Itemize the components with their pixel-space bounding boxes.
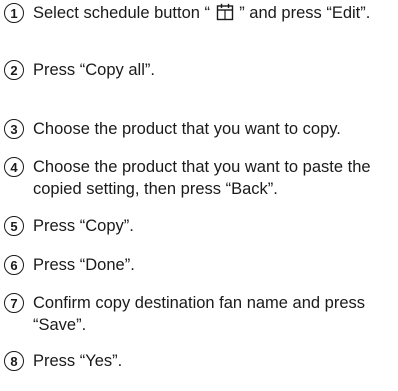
- step-4: 4 Choose the product that you want to pa…: [4, 156, 394, 200]
- step-text: Choose the product that you want to past…: [33, 158, 371, 198]
- step-8: 8 Press “Yes”.: [4, 350, 394, 372]
- step-2: 2 Press “Copy all”.: [4, 59, 394, 81]
- step-text: Choose the product that you want to copy…: [33, 120, 341, 138]
- step-number: 6: [4, 255, 24, 275]
- step-text: Select schedule button “ ” and press “Ed…: [33, 2, 388, 27]
- step-number: 2: [4, 60, 24, 80]
- step-number: 7: [4, 293, 24, 313]
- step-text: Press “Copy all”.: [33, 61, 155, 79]
- step-number: 5: [4, 216, 24, 236]
- step-number: 4: [4, 157, 24, 177]
- step-5: 5 Press “Copy”.: [4, 215, 394, 237]
- step-6: 6 Press “Done”.: [4, 254, 394, 276]
- step-7: 7 Confirm copy destination fan name and …: [4, 292, 394, 336]
- step-number: 1: [4, 3, 24, 23]
- step-3: 3 Choose the product that you want to co…: [4, 118, 394, 140]
- step-text: Press “Done”.: [33, 256, 135, 274]
- step-text: Press “Copy”.: [33, 217, 134, 235]
- step-text: Press “Yes”.: [33, 352, 123, 370]
- step-number: 3: [4, 119, 24, 139]
- step-1: 1 Select schedule button “ ” and press “…: [4, 2, 394, 27]
- calendar-icon: [216, 3, 234, 27]
- step-text-before-icon: Select schedule button “: [33, 4, 215, 22]
- step-number: 8: [4, 351, 24, 371]
- step-text-after-icon: ” and press “Edit”.: [234, 4, 371, 22]
- step-text: Confirm copy destination fan name and pr…: [33, 294, 366, 334]
